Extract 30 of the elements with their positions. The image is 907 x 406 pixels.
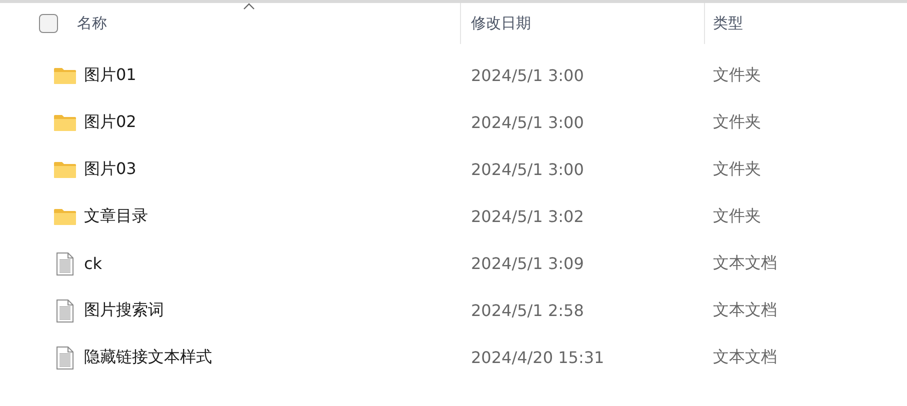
file-name[interactable]: 图片01 (84, 65, 136, 86)
modified-date: 2024/4/20 15:31 (470, 348, 606, 367)
folder-icon (53, 160, 77, 178)
file-name[interactable]: 图片02 (84, 112, 136, 133)
column-header[interactable]: 类型 (713, 14, 743, 33)
modified-date: 2024/5/1 3:09 (470, 254, 585, 273)
file-type: 文本文档 (712, 347, 778, 368)
modified-date: 2024/5/1 3:02 (470, 207, 585, 226)
column-header[interactable]: 修改日期 (471, 14, 531, 33)
file-type: 文件夹 (712, 65, 762, 86)
file-name[interactable]: 图片搜索词 (84, 300, 164, 321)
folder-icon (53, 208, 77, 226)
modified-date: 2024/5/1 3:00 (470, 66, 585, 85)
file-type: 文本文档 (712, 253, 778, 274)
modified-date: 2024/5/1 3:00 (470, 113, 585, 132)
column-header[interactable]: 名称 (77, 14, 107, 33)
file-name[interactable]: 文章目录 (84, 206, 148, 227)
file-type: 文件夹 (712, 159, 762, 180)
file-name[interactable]: ck (84, 254, 102, 273)
modified-date: 2024/5/1 2:58 (470, 301, 585, 320)
file-type: 文本文档 (712, 300, 778, 321)
select-all-checkbox[interactable] (39, 14, 58, 33)
folder-icon (53, 66, 77, 84)
file-name[interactable]: 图片03 (84, 159, 136, 180)
file-type: 文件夹 (712, 112, 762, 133)
modified-date: 2024/5/1 3:00 (470, 160, 585, 179)
sort-caret-icon (243, 3, 255, 10)
file-name[interactable]: 隐藏链接文本样式 (84, 347, 212, 368)
file-type: 文件夹 (712, 206, 762, 227)
folder-icon (53, 114, 77, 132)
